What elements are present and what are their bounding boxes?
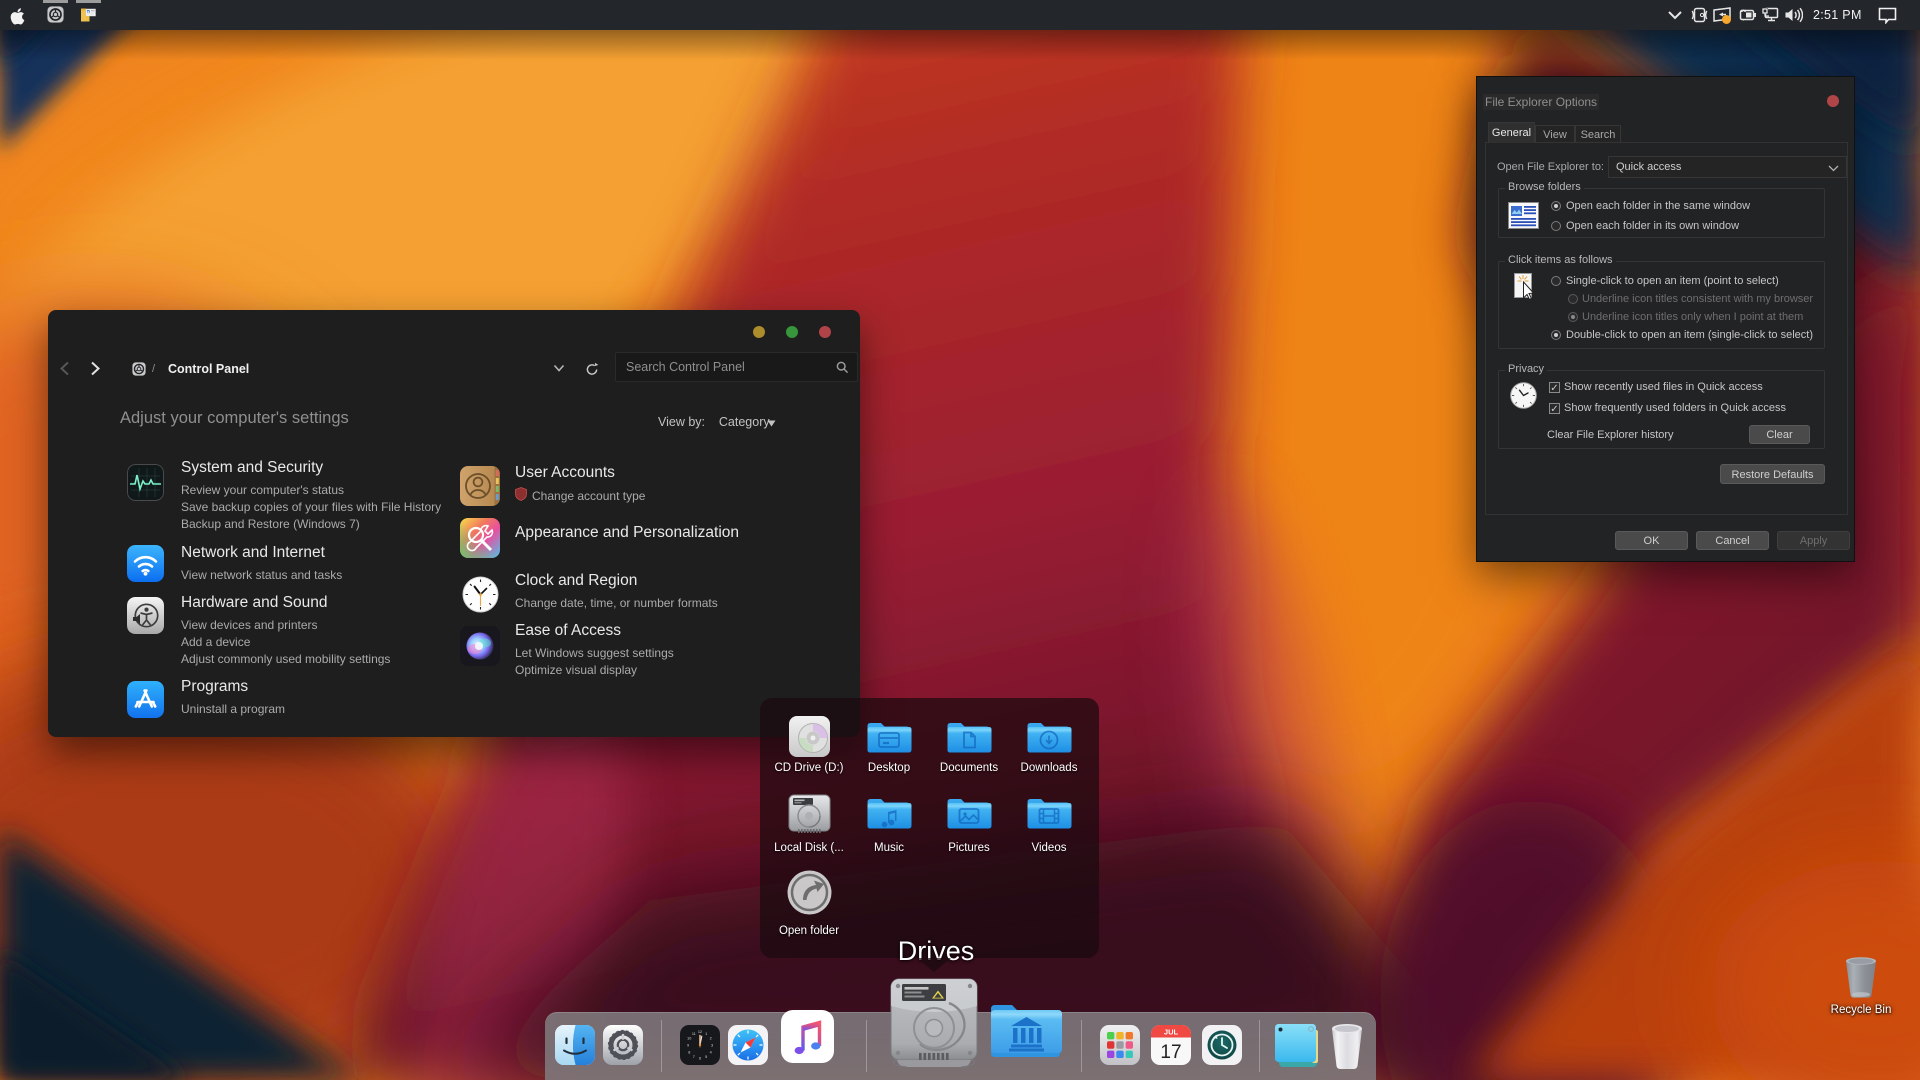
svg-text:JUL: JUL — [1164, 1028, 1179, 1037]
svg-text:6: 6 — [699, 1056, 701, 1060]
svg-text:9: 9 — [687, 1043, 689, 1047]
svg-text:1: 1 — [705, 1032, 707, 1036]
svg-text:12: 12 — [698, 1030, 702, 1034]
svg-text:17: 17 — [1160, 1042, 1181, 1063]
svg-text:3: 3 — [711, 1043, 713, 1047]
svg-text:7: 7 — [693, 1055, 695, 1059]
svg-text:8: 8 — [688, 1050, 690, 1054]
svg-text:11: 11 — [692, 1032, 696, 1036]
svg-text:10: 10 — [687, 1036, 691, 1040]
svg-text:5: 5 — [705, 1055, 707, 1059]
svg-text:4: 4 — [710, 1050, 712, 1054]
svg-text:2: 2 — [710, 1036, 712, 1040]
